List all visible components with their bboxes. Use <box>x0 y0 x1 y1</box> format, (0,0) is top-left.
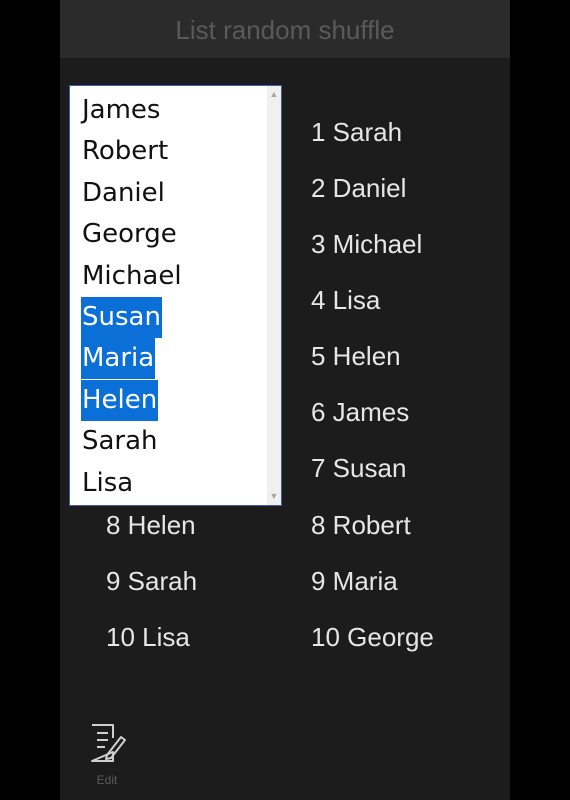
listbox-item-robert[interactable]: Robert <box>81 131 169 172</box>
listbox-item-james[interactable]: James <box>81 90 161 131</box>
left-list-item: 10 Lisa <box>106 622 190 652</box>
listbox-item-daniel[interactable]: Daniel <box>81 173 166 214</box>
listbox-item-helen[interactable]: Helen <box>81 380 159 421</box>
name-listbox[interactable]: James Robert Daniel George Michael Susan… <box>69 85 282 506</box>
shuffled-list-item: 5 Helen <box>311 341 401 371</box>
listbox-item-susan[interactable]: Susan <box>81 297 162 338</box>
listbox-item-lisa[interactable]: Lisa <box>81 463 134 504</box>
shuffled-list-item: 6 James <box>311 397 410 427</box>
edit-icon <box>91 724 126 762</box>
shuffled-list-item: 3 Michael <box>311 229 423 259</box>
window-title: List random shuffle <box>60 0 510 58</box>
listbox-item-maria[interactable]: Maria <box>81 338 156 379</box>
scroll-up-arrow-icon[interactable]: ▲ <box>267 89 281 99</box>
listbox-scrollbar[interactable]: ▲ ▼ <box>267 86 281 505</box>
app-window: List random shuffle 8 Helen 9 Sarah 10 L… <box>60 0 510 800</box>
left-list-item: 8 Helen <box>106 510 196 540</box>
shuffled-list-item: 1 Sarah <box>311 117 403 147</box>
shuffled-list-item: 7 Susan <box>311 453 407 483</box>
listbox-item-sarah[interactable]: Sarah <box>81 421 159 462</box>
scroll-down-arrow-icon[interactable]: ▼ <box>267 491 281 501</box>
listbox-item-george[interactable]: George <box>81 214 178 255</box>
shuffled-list-item: 9 Maria <box>311 566 398 596</box>
shuffled-list-item: 8 Robert <box>311 510 411 540</box>
shuffled-list-item: 4 Lisa <box>311 285 381 315</box>
edit-label: Edit <box>96 773 118 787</box>
left-list-item: 9 Sarah <box>106 566 198 596</box>
edit-button[interactable]: Edit <box>88 722 128 792</box>
listbox-item-michael[interactable]: Michael <box>81 256 183 297</box>
shuffled-list-item: 10 George <box>311 622 434 652</box>
shuffled-list-item: 2 Daniel <box>311 173 407 203</box>
